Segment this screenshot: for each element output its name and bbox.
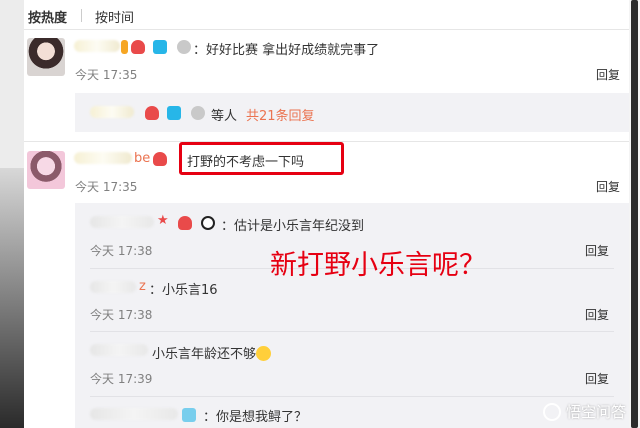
left-edge (0, 0, 24, 428)
username-blurred[interactable] (90, 408, 178, 420)
reply-text: ：你是想我鲟了？ (203, 410, 308, 425)
view-all-replies-link[interactable]: 共21条回复 (246, 105, 315, 124)
reply-button[interactable]: 回复 (585, 306, 609, 323)
username-tail[interactable]: z (139, 279, 146, 294)
scrollbar-thumb[interactable] (631, 0, 638, 428)
comment-text: ：好好比赛 拿出好成绩就完事了 (193, 43, 380, 58)
reply-text: ：估计是小乐言年纪没到 (221, 219, 365, 234)
username-blurred[interactable] (90, 216, 154, 228)
username-blurred[interactable] (90, 344, 148, 356)
laughing-emoji-icon (256, 346, 272, 361)
comment-time: 今天 17:35 (75, 68, 138, 82)
reply-button[interactable]: 回复 (585, 370, 609, 387)
username-blurred[interactable] (74, 40, 120, 52)
reply-time: 今天 17:38 (90, 308, 153, 322)
divider (24, 29, 629, 30)
comment-time: 今天 17:35 (75, 180, 138, 194)
watermark: 悟空问答 (542, 401, 626, 422)
fan-heart-icon (145, 106, 159, 120)
watermark-text: 悟空问答 (565, 403, 626, 421)
avatar[interactable] (27, 151, 65, 189)
reply-time: 今天 17:38 (90, 244, 153, 258)
camera-icon (167, 106, 181, 120)
reply-button[interactable]: 回复 (585, 242, 609, 259)
reply-text: 小乐言年龄还不够 (152, 343, 272, 362)
username-tail[interactable]: be (134, 151, 150, 166)
username-blurred[interactable] (74, 152, 132, 164)
medal-icon (191, 106, 205, 120)
sort-by-time-tab[interactable]: 按时间 (95, 7, 134, 26)
reply-summary-suffix: 等人 (211, 109, 238, 124)
username-blurred[interactable] (90, 281, 136, 293)
scrollbar[interactable] (629, 0, 640, 428)
reply-button[interactable]: 回复 (596, 178, 620, 195)
avatar[interactable] (27, 38, 65, 76)
star-icon: ★ (157, 213, 169, 228)
reply-text: ：小乐言16 (149, 283, 218, 298)
fan-heart-icon (131, 40, 145, 54)
vip-icon (121, 40, 128, 54)
panda-icon (201, 216, 215, 230)
divider (90, 331, 614, 332)
camera-icon (153, 40, 167, 54)
fan-heart-icon (178, 216, 192, 230)
reply-time: 今天 17:39 (90, 372, 153, 386)
wukong-logo-icon (542, 402, 561, 421)
divider (90, 396, 614, 397)
overlay-annotation: 新打野小乐言呢？ (270, 250, 486, 281)
highlight-box (179, 142, 344, 175)
username-blurred[interactable] (90, 106, 134, 118)
medal-icon (177, 40, 191, 54)
replies-box (75, 203, 629, 428)
sort-divider (81, 9, 82, 22)
fan-heart-icon (153, 152, 167, 166)
reply-button[interactable]: 回复 (596, 66, 620, 83)
sort-by-hot-tab[interactable]: 按热度 (28, 7, 67, 26)
camera-icon (182, 408, 196, 422)
